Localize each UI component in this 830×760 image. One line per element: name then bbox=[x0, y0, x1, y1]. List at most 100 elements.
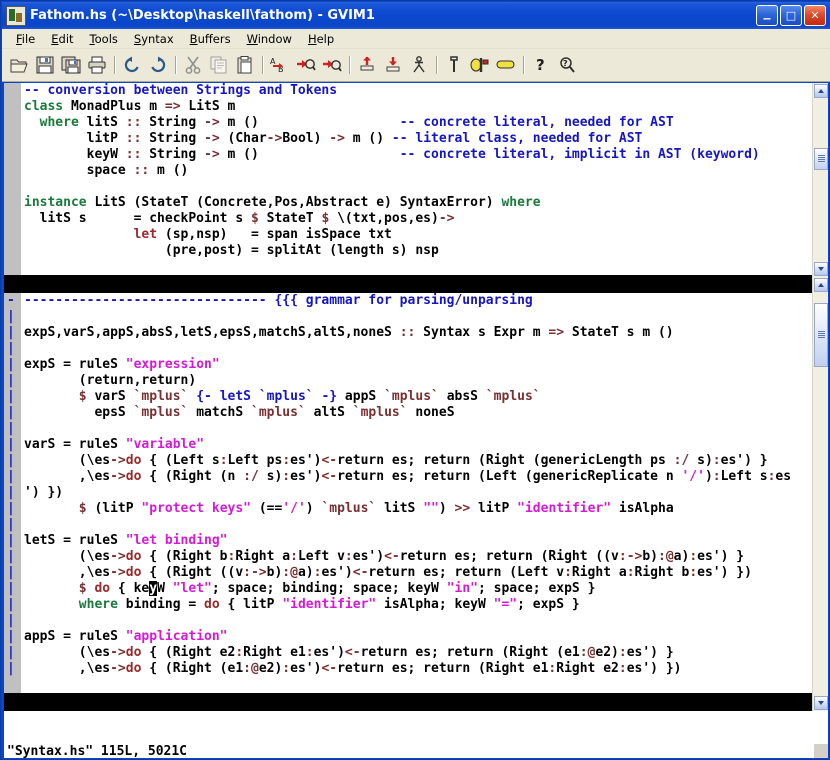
code-span: es') bbox=[290, 661, 321, 676]
vim-window-preview[interactable]: -- conversion between Strings and Tokens… bbox=[4, 83, 812, 275]
menu-item-window[interactable]: Window bbox=[239, 30, 300, 48]
tag-jump-back-icon[interactable] bbox=[354, 52, 380, 78]
code-span: -> bbox=[329, 131, 345, 146]
menu-label: dit bbox=[59, 32, 74, 46]
command-line-area[interactable]: "Syntax.hs" 115L, 5021C ghc bbox=[4, 712, 812, 758]
code-span: Right a bbox=[235, 549, 290, 564]
code-span: "=" bbox=[494, 597, 517, 612]
menu-item-file[interactable]: File bbox=[8, 30, 43, 48]
find-prev-icon[interactable] bbox=[319, 52, 345, 78]
code-span: { (Right ((v bbox=[141, 565, 243, 580]
toolbar-separator bbox=[432, 54, 441, 76]
scroll-down-arrow-bottom[interactable] bbox=[814, 696, 828, 710]
fold-column-bottom: -||||||||||||||||||||||| bbox=[4, 293, 21, 693]
save-all-icon[interactable] bbox=[58, 52, 84, 78]
code-span: varS bbox=[87, 389, 134, 404]
scroll-thumb-top[interactable] bbox=[814, 148, 828, 171]
find-replace-icon[interactable]: AB bbox=[267, 52, 293, 78]
scrollbar-bottom[interactable] bbox=[812, 293, 828, 711]
menu-label: elp bbox=[317, 32, 335, 46]
menu-item-tools[interactable]: Tools bbox=[82, 30, 126, 48]
code-line: instance LitS (StateT (Concrete,Pos,Abst… bbox=[24, 195, 812, 211]
paste-icon[interactable] bbox=[232, 52, 258, 78]
close-button[interactable]: ✕ bbox=[804, 5, 826, 26]
minimize-button[interactable]: _ bbox=[756, 5, 778, 26]
menu-item-edit[interactable]: Edit bbox=[43, 30, 81, 48]
code-line: litS s = checkPoint s $ StateT $ \(txt,p… bbox=[24, 211, 812, 227]
code-span: '/' bbox=[681, 469, 704, 484]
scroll-thumb-bottom[interactable] bbox=[814, 303, 828, 367]
code-span: return es; return (Left (genericReplicat… bbox=[337, 469, 681, 484]
find-help-icon[interactable]: ? bbox=[554, 52, 580, 78]
open-file-icon[interactable] bbox=[6, 52, 32, 78]
statusline-top[interactable]: Syntax.hs [Preview] 42,9 34% bbox=[4, 275, 812, 293]
statusline-bottom[interactable]: Fathom.hs 256,17 68% bbox=[4, 693, 812, 711]
gvim-application-window: Fathom.hs (~\Desktop\haskell\fathom) - G… bbox=[0, 0, 830, 760]
code-span: :: bbox=[126, 147, 142, 162]
menu-bar: File Edit Tools Syntax Buffers Window He… bbox=[2, 29, 830, 49]
code-line: varS = ruleS "variable" bbox=[24, 437, 812, 453]
code-line: appS = ruleS "application" bbox=[24, 629, 812, 645]
fold-marker: | bbox=[7, 309, 21, 325]
code-span: `mplus` bbox=[134, 405, 189, 420]
code-span: String bbox=[141, 147, 204, 162]
tag-list-icon[interactable] bbox=[406, 52, 432, 78]
vim-window-main[interactable]: -||||||||||||||||||||||| ---------------… bbox=[4, 293, 812, 693]
code-span: litS s = checkPoint s bbox=[24, 211, 251, 226]
code-line: (return,return) bbox=[24, 373, 812, 389]
menu-label: ools bbox=[95, 32, 118, 46]
code-text-preview[interactable]: -- conversion between Strings and Tokens… bbox=[21, 83, 812, 275]
code-span: s) bbox=[259, 469, 282, 484]
code-span: (litP bbox=[87, 501, 142, 516]
code-span: "let binding" bbox=[126, 533, 228, 548]
code-span: -> bbox=[267, 131, 283, 146]
code-span: { litP bbox=[220, 597, 283, 612]
code-text-main[interactable]: ------------------------------- {{{ gram… bbox=[21, 293, 812, 693]
toolbar-separator bbox=[258, 54, 267, 76]
save-file-icon[interactable] bbox=[32, 52, 58, 78]
code-span: :: bbox=[134, 163, 150, 178]
scroll-up-arrow-top[interactable] bbox=[814, 84, 828, 98]
build-icon[interactable] bbox=[467, 52, 493, 78]
code-span: es') bbox=[290, 453, 321, 468]
code-span: : bbox=[627, 565, 635, 580]
resize-grip[interactable] bbox=[814, 744, 828, 758]
find-next-icon[interactable] bbox=[293, 52, 319, 78]
menu-item-syntax[interactable]: Syntax bbox=[126, 30, 182, 48]
code-span: (\es bbox=[24, 549, 110, 564]
code-span: -- concrete literal, implicit in AST (ke… bbox=[400, 147, 760, 162]
scroll-up-arrow-top-2[interactable] bbox=[814, 278, 828, 292]
shell-icon[interactable] bbox=[493, 52, 519, 78]
menu-item-help[interactable]: Help bbox=[300, 30, 342, 48]
copy-icon[interactable] bbox=[206, 52, 232, 78]
maximize-button[interactable]: □ bbox=[780, 5, 802, 26]
tag-jump-icon[interactable] bbox=[380, 52, 406, 78]
code-span: '/' bbox=[282, 501, 305, 516]
scrollbar-top[interactable] bbox=[812, 83, 828, 293]
fold-marker: | bbox=[7, 485, 21, 501]
help-icon[interactable]: ? bbox=[528, 52, 554, 78]
code-span: es') bbox=[290, 469, 321, 484]
redo-icon[interactable] bbox=[145, 52, 171, 78]
code-span: String bbox=[141, 131, 204, 146]
fold-marker: | bbox=[7, 501, 21, 517]
fold-marker: | bbox=[7, 389, 21, 405]
code-line bbox=[24, 179, 812, 195]
fold-marker: | bbox=[7, 581, 21, 597]
code-line: class MonadPlus m => LitS m bbox=[24, 99, 812, 115]
menu-item-buffers[interactable]: Buffers bbox=[182, 30, 239, 48]
code-span: varS = ruleS bbox=[24, 437, 126, 452]
code-span: isAlpha bbox=[611, 501, 674, 516]
cut-icon[interactable] bbox=[180, 52, 206, 78]
code-line bbox=[24, 309, 812, 325]
print-icon[interactable] bbox=[84, 52, 110, 78]
code-span: do bbox=[204, 597, 220, 612]
code-span: m () bbox=[220, 147, 400, 162]
code-span: m () bbox=[149, 163, 188, 178]
undo-icon[interactable] bbox=[119, 52, 145, 78]
scroll-down-arrow-top[interactable] bbox=[814, 262, 828, 276]
make-icon[interactable] bbox=[441, 52, 467, 78]
code-span: : bbox=[713, 469, 721, 484]
code-span bbox=[24, 597, 79, 612]
code-span: : bbox=[564, 565, 572, 580]
